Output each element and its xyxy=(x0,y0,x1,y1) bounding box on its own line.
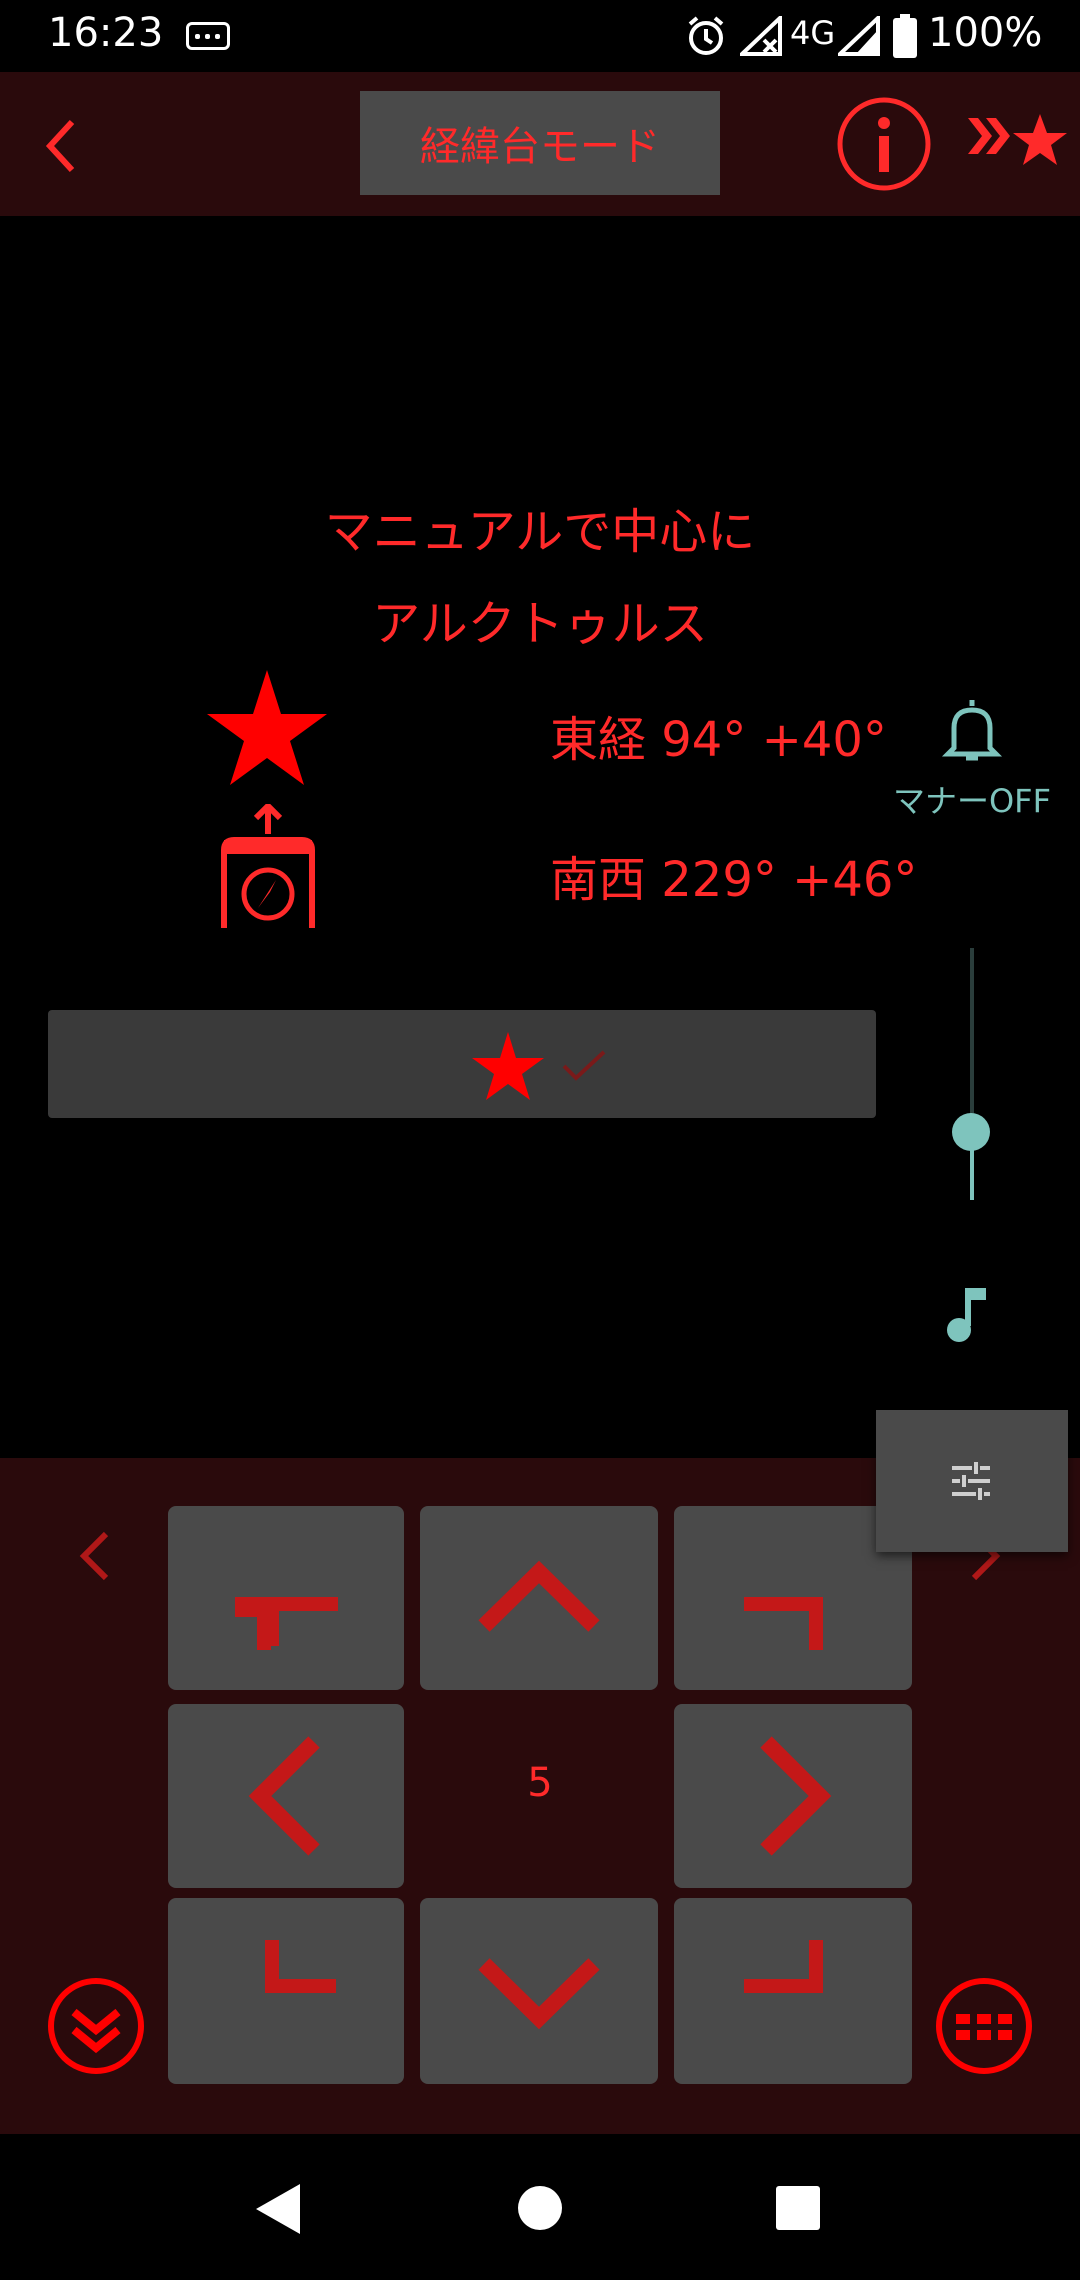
corner-down-right-icon xyxy=(744,1940,823,1993)
chevron-right-icon xyxy=(760,1736,832,1856)
nav-back-icon[interactable] xyxy=(252,2182,304,2236)
star-icon xyxy=(472,1032,544,1100)
status-time: 16:23 xyxy=(48,10,164,56)
alarm-icon xyxy=(688,16,724,55)
battery-icon xyxy=(893,14,917,58)
keypad-grid-icon[interactable] xyxy=(934,1976,1034,2076)
corner-up-left-icon xyxy=(235,1597,338,1650)
pad-down-right-button[interactable] xyxy=(674,1898,912,2084)
pad-left-button[interactable] xyxy=(168,1704,404,1888)
instruction-text: マニュアルで中心に xyxy=(324,504,756,560)
step-value: 5 xyxy=(527,1760,553,1806)
nav-home-icon[interactable] xyxy=(518,2186,562,2230)
chevron-up-icon xyxy=(478,1560,600,1632)
phone-compass-icon xyxy=(221,804,315,928)
goto-target-icon[interactable] xyxy=(966,110,1070,174)
star-icon xyxy=(207,670,327,785)
pad-up-left-button[interactable] xyxy=(168,1506,404,1690)
nav-recents-icon[interactable] xyxy=(776,2186,820,2230)
chevron-down-icon xyxy=(478,1958,600,2030)
check-icon xyxy=(562,1050,606,1081)
network-type: 4G xyxy=(790,14,836,52)
volume-slider-thumb[interactable] xyxy=(952,1112,990,1151)
gamepad-icon xyxy=(186,22,230,50)
pad-up-button[interactable] xyxy=(420,1506,658,1690)
pad-right-button[interactable] xyxy=(674,1704,912,1888)
chevron-left-icon xyxy=(248,1736,320,1856)
info-icon[interactable] xyxy=(836,96,932,192)
coordinate-east: 東経 94° +40° xyxy=(550,712,887,768)
signal-off-icon xyxy=(740,16,782,56)
target-name: アルクトゥルス xyxy=(372,596,708,652)
prev-chevron-icon[interactable] xyxy=(76,1528,116,1584)
back-chevron-icon[interactable] xyxy=(40,116,84,176)
tune-icon xyxy=(952,1462,990,1500)
signal-icon xyxy=(838,16,880,56)
mode-title-button[interactable]: 経緯台モード xyxy=(360,91,720,195)
manner-mode-label[interactable]: マナーOFF xyxy=(880,776,1064,822)
bell-icon[interactable] xyxy=(940,696,1004,764)
align-confirm-bar[interactable] xyxy=(48,1010,876,1118)
collapse-double-chevron-icon[interactable] xyxy=(46,1976,146,2076)
pad-down-left-button[interactable] xyxy=(168,1898,404,2084)
battery-percentage: 100% xyxy=(928,10,1043,56)
corner-down-left-icon xyxy=(265,1940,336,1993)
music-note-icon[interactable] xyxy=(944,1284,996,1344)
pad-down-button[interactable] xyxy=(420,1898,658,2084)
coordinate-south-west: 南西 229° +46° xyxy=(550,852,918,908)
